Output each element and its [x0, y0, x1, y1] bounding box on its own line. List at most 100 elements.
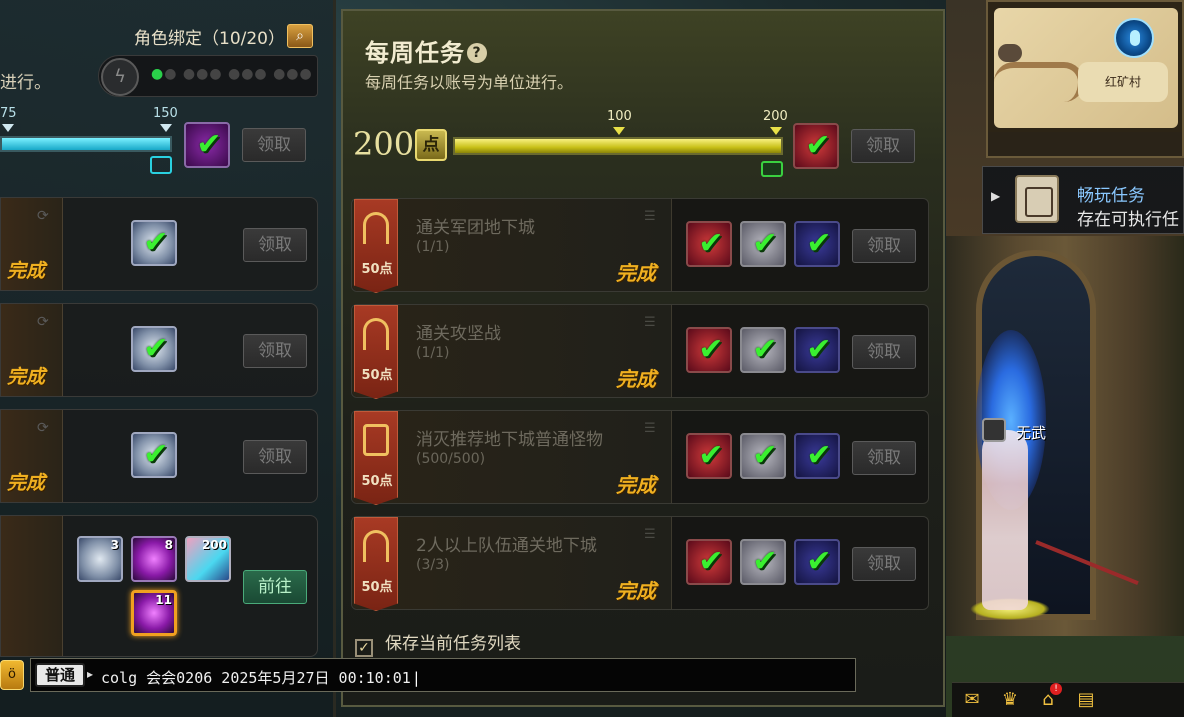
chest-icon[interactable]: ▤ [1072, 687, 1100, 713]
minimap-location-label: 红矿村 [1078, 62, 1168, 102]
gear-icon[interactable]: 3 [77, 536, 123, 582]
page-title: 每周任务? [365, 33, 487, 68]
quest-points: 50点 [361, 474, 393, 489]
list-item: ⟳ 完成 ✔ 领取 [0, 303, 318, 397]
quest-status: 完成 [616, 473, 656, 497]
claim-button[interactable]: 领取 [243, 228, 307, 262]
reward-item[interactable]: ✔ [740, 539, 786, 585]
refresh-icon[interactable]: ⟳ [37, 208, 49, 224]
mail-icon[interactable]: ✉ [958, 687, 986, 713]
done-label: 完成 [7, 366, 46, 388]
quest-status: 完成 [616, 261, 656, 285]
refresh-icon[interactable]: ⟳ [37, 420, 49, 436]
purple-orb-icon[interactable]: 11 [131, 590, 177, 636]
emoji-button[interactable]: ö [0, 660, 24, 690]
points-badge-icon: 点 [415, 129, 447, 161]
list-item: 3 8 200 11 前往 [0, 515, 318, 657]
help-icon[interactable]: ? [467, 43, 487, 63]
quest-status: 完成 [616, 579, 656, 603]
menu-icon[interactable]: ☰ [644, 209, 656, 224]
quest-scroll-icon [1015, 175, 1059, 223]
chat-channel-selector[interactable]: 普通 [35, 663, 85, 687]
chevron-right-icon: ▸ [87, 667, 94, 681]
minimap-road [994, 62, 1084, 102]
checkmark-icon: ✔ [806, 332, 832, 367]
home-icon[interactable]: ⌂! [1034, 683, 1062, 713]
save-checkbox[interactable]: ✓ [355, 639, 373, 657]
claim-button[interactable]: 领取 [242, 128, 306, 162]
left-panel-subtitle: 进行。 [0, 73, 51, 93]
reward-item[interactable]: ✔ [686, 539, 732, 585]
milestone-reward-item[interactable]: ✔ [793, 123, 839, 169]
claim-button[interactable]: 领取 [852, 547, 916, 581]
reward-item[interactable]: ✔ [794, 433, 840, 479]
claim-button[interactable]: 领取 [243, 440, 307, 474]
reward-item[interactable]: ✔ [131, 220, 177, 266]
quest-points: 50点 [361, 262, 393, 277]
quest-name: 通关军团地下城 [416, 218, 535, 238]
checkmark-icon: ✔ [752, 226, 778, 261]
reward-item[interactable]: ✔ [686, 327, 732, 373]
reward-item[interactable]: ✔ [740, 327, 786, 373]
left-progress-bar [0, 136, 172, 152]
expand-arrow-icon[interactable]: ▶ [991, 189, 1000, 203]
notice-title: 畅玩任务 [1077, 186, 1145, 206]
fatigue-indicator: ϟ ●● ●●● ●●● ●●● [98, 55, 318, 97]
menu-icon[interactable]: ☰ [644, 421, 656, 436]
menu-icon[interactable]: ☰ [644, 315, 656, 330]
quest-info: 50点 通关攻坚战 (1/1) ☰ 完成 [352, 305, 672, 399]
claim-button[interactable]: 领取 [851, 129, 915, 163]
claim-button[interactable]: 领取 [852, 229, 916, 263]
reward-item[interactable]: ✔ [686, 221, 732, 267]
claim-button[interactable]: 领取 [243, 334, 307, 368]
reward-item[interactable]: ✔ [794, 221, 840, 267]
tick-max-label: 200 [763, 109, 788, 124]
crown-icon[interactable]: ♛ [996, 687, 1024, 713]
reward-item[interactable]: ✔ [794, 327, 840, 373]
checkmark-icon: ✔ [698, 544, 724, 579]
done-label: 完成 [7, 472, 46, 494]
checkmark-icon: ✔ [752, 438, 778, 473]
reward-item[interactable]: ✔ [131, 326, 177, 372]
fatigue-dots: ●● ●●● ●●● ●●● [151, 66, 313, 82]
purple-orb-icon[interactable]: 8 [131, 536, 177, 582]
menu-icon[interactable]: ☰ [644, 527, 656, 542]
reward-item[interactable]: ✔ [740, 221, 786, 267]
quest-status: 完成 [616, 367, 656, 391]
reward-item[interactable]: ✔ [740, 433, 786, 479]
character-bind-title: 角色绑定（10/20） [134, 29, 285, 49]
claim-button[interactable]: 领取 [852, 335, 916, 369]
checkmark-icon: ✔ [143, 437, 169, 472]
left-progress-fill [2, 138, 170, 150]
left-tick-low-label: 75 [0, 106, 17, 121]
quest-banner: ⟳ 完成 [1, 304, 63, 396]
character-name[interactable]: 无武 [1016, 422, 1046, 443]
minimap[interactable]: 红矿村 [986, 0, 1184, 158]
quest-notice[interactable]: ▶ 畅玩任务 存在可执行任 [982, 166, 1184, 234]
chat-input[interactable]: 普通 ▸ colg 会会0206 2025年5月27日 00:10:01 [30, 658, 856, 692]
claim-button[interactable]: 领取 [852, 441, 916, 475]
search-icon[interactable]: ⌕ [287, 24, 313, 48]
save-quest-list-option[interactable]: ✓ 保存当前任务列表 [355, 629, 521, 657]
reward-item[interactable]: ✔ [131, 432, 177, 478]
checkmark-icon: ✔ [806, 226, 832, 261]
left-tick-high-marker [160, 124, 172, 132]
chat-input-text[interactable]: colg 会会0206 2025年5月27日 00:10:01 [101, 667, 421, 688]
reward-box-icon [150, 156, 172, 174]
refresh-icon[interactable]: ⟳ [37, 314, 49, 330]
checkmark-icon: ✔ [805, 128, 831, 163]
item-quantity: 8 [164, 538, 173, 552]
reward-item[interactable]: ✔ [686, 433, 732, 479]
milestone-reward-item[interactable]: ✔ [184, 122, 230, 168]
player-character[interactable] [982, 430, 1028, 610]
gem-icon[interactable]: 200 [185, 536, 231, 582]
checkmark-icon: ✔ [806, 544, 832, 579]
checkmark-icon: ✔ [698, 332, 724, 367]
list-item: ⟳ 完成 ✔ 领取 [0, 197, 318, 291]
reward-item[interactable]: ✔ [794, 539, 840, 585]
sword-emblem-icon [363, 424, 389, 456]
item-quantity: 200 [201, 538, 227, 552]
quest-info: 50点 消灭推荐地下城普通怪物 (500/500) ☰ 完成 [352, 411, 672, 505]
gate-emblem-icon [363, 212, 389, 244]
go-button[interactable]: 前往 [243, 570, 307, 604]
